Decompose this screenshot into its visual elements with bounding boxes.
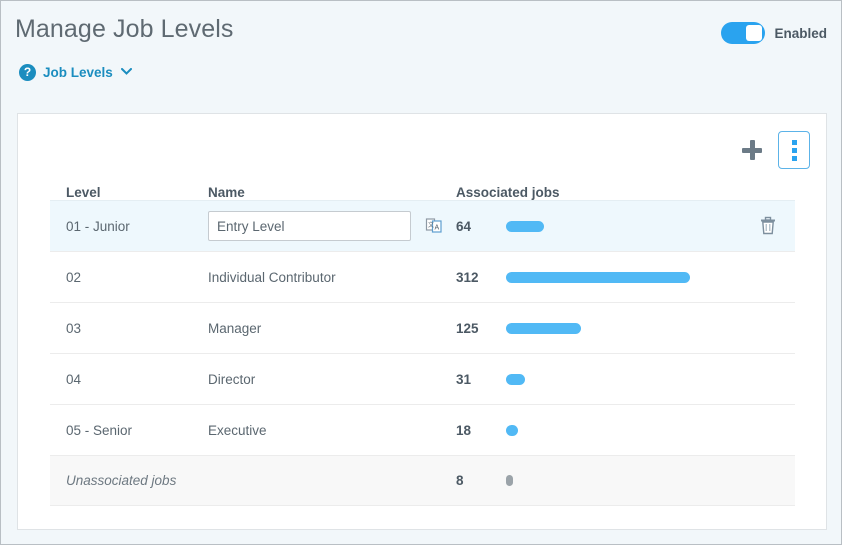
kebab-dot-1 — [791, 139, 797, 145]
jobs-bar — [506, 271, 690, 283]
page-header: Manage Job Levels ? Job Levels Enabled — [1, 1, 841, 97]
cell-level: 03 — [66, 320, 82, 336]
cell-associated-jobs: 312 — [456, 270, 779, 285]
cell-level: Unassociated jobs — [66, 473, 177, 488]
chevron-down-glyph — [120, 68, 132, 75]
jobs-bar — [506, 373, 525, 385]
cell-associated-jobs: 64 — [456, 219, 779, 234]
cell-level: 01 - Junior — [66, 218, 130, 234]
table-header-row: Level Name Associated jobs — [50, 172, 795, 200]
help-circle-icon[interactable]: ? — [19, 64, 36, 81]
card-actions — [740, 131, 810, 169]
job-levels-table: Level Name Associated jobs 01 - Junior 文… — [50, 172, 795, 506]
column-header-name: Name — [208, 185, 245, 200]
cell-name: Manager — [208, 320, 262, 336]
kebab-dot-3 — [791, 155, 797, 161]
jobs-count: 125 — [456, 320, 479, 336]
kebab-dot-2 — [791, 147, 797, 153]
cell-level: 05 - Senior — [66, 422, 133, 438]
translate-glyph: 文 A — [425, 218, 442, 233]
jobs-bar — [506, 475, 513, 486]
translate-icon[interactable]: 文 A — [425, 217, 443, 235]
jobs-bar — [506, 322, 581, 334]
chevron-down-icon[interactable] — [120, 67, 132, 78]
cell-associated-jobs: 18 — [456, 423, 779, 438]
jobs-bar — [506, 220, 544, 232]
cell-name: Director — [208, 371, 256, 387]
more-options-button[interactable] — [778, 131, 810, 169]
table-row-unassociated: Unassociated jobs 8 — [50, 455, 795, 506]
add-level-button[interactable] — [740, 138, 764, 162]
table-row[interactable]: 03 Manager 125 — [50, 302, 795, 353]
table-row[interactable]: 01 - Junior 文 A 64 — [50, 200, 795, 251]
cell-name: Individual Contributor — [208, 269, 336, 285]
breadcrumb[interactable]: ? Job Levels — [19, 64, 132, 81]
delete-icon[interactable] — [759, 216, 777, 236]
cell-associated-jobs: 8 — [456, 473, 779, 488]
cell-level: 04 — [66, 371, 82, 387]
cell-associated-jobs: 31 — [456, 372, 779, 387]
jobs-count: 8 — [456, 473, 464, 488]
column-header-associated-jobs: Associated jobs — [456, 185, 560, 200]
cell-name: Executive — [208, 422, 267, 438]
cell-level: 02 — [66, 269, 82, 285]
jobs-count: 18 — [456, 422, 472, 438]
jobs-count: 64 — [456, 218, 472, 234]
breadcrumb-label[interactable]: Job Levels — [43, 65, 113, 80]
svg-text:A: A — [435, 225, 440, 232]
column-header-level: Level — [66, 185, 101, 200]
cell-name: 文 A — [208, 211, 456, 241]
toggle-knob — [746, 25, 763, 41]
page-title: Manage Job Levels — [15, 15, 234, 43]
page-root: Manage Job Levels ? Job Levels Enabled L… — [1, 1, 841, 544]
table-row[interactable]: 05 - Senior Executive 18 — [50, 404, 795, 455]
jobs-bar — [506, 424, 518, 436]
enabled-toggle-label: Enabled — [774, 25, 827, 41]
jobs-count: 31 — [456, 371, 472, 387]
table-row[interactable]: 02 Individual Contributor 312 — [50, 251, 795, 302]
table-row[interactable]: 04 Director 31 — [50, 353, 795, 404]
jobs-count: 312 — [456, 269, 479, 285]
svg-text:文: 文 — [428, 221, 434, 229]
cell-associated-jobs: 125 — [456, 321, 779, 336]
job-levels-card: Level Name Associated jobs 01 - Junior 文… — [17, 113, 827, 530]
enabled-toggle[interactable] — [721, 22, 766, 44]
enabled-toggle-group: Enabled — [721, 22, 827, 44]
level-name-input[interactable] — [208, 211, 411, 241]
trash-glyph — [761, 216, 775, 235]
